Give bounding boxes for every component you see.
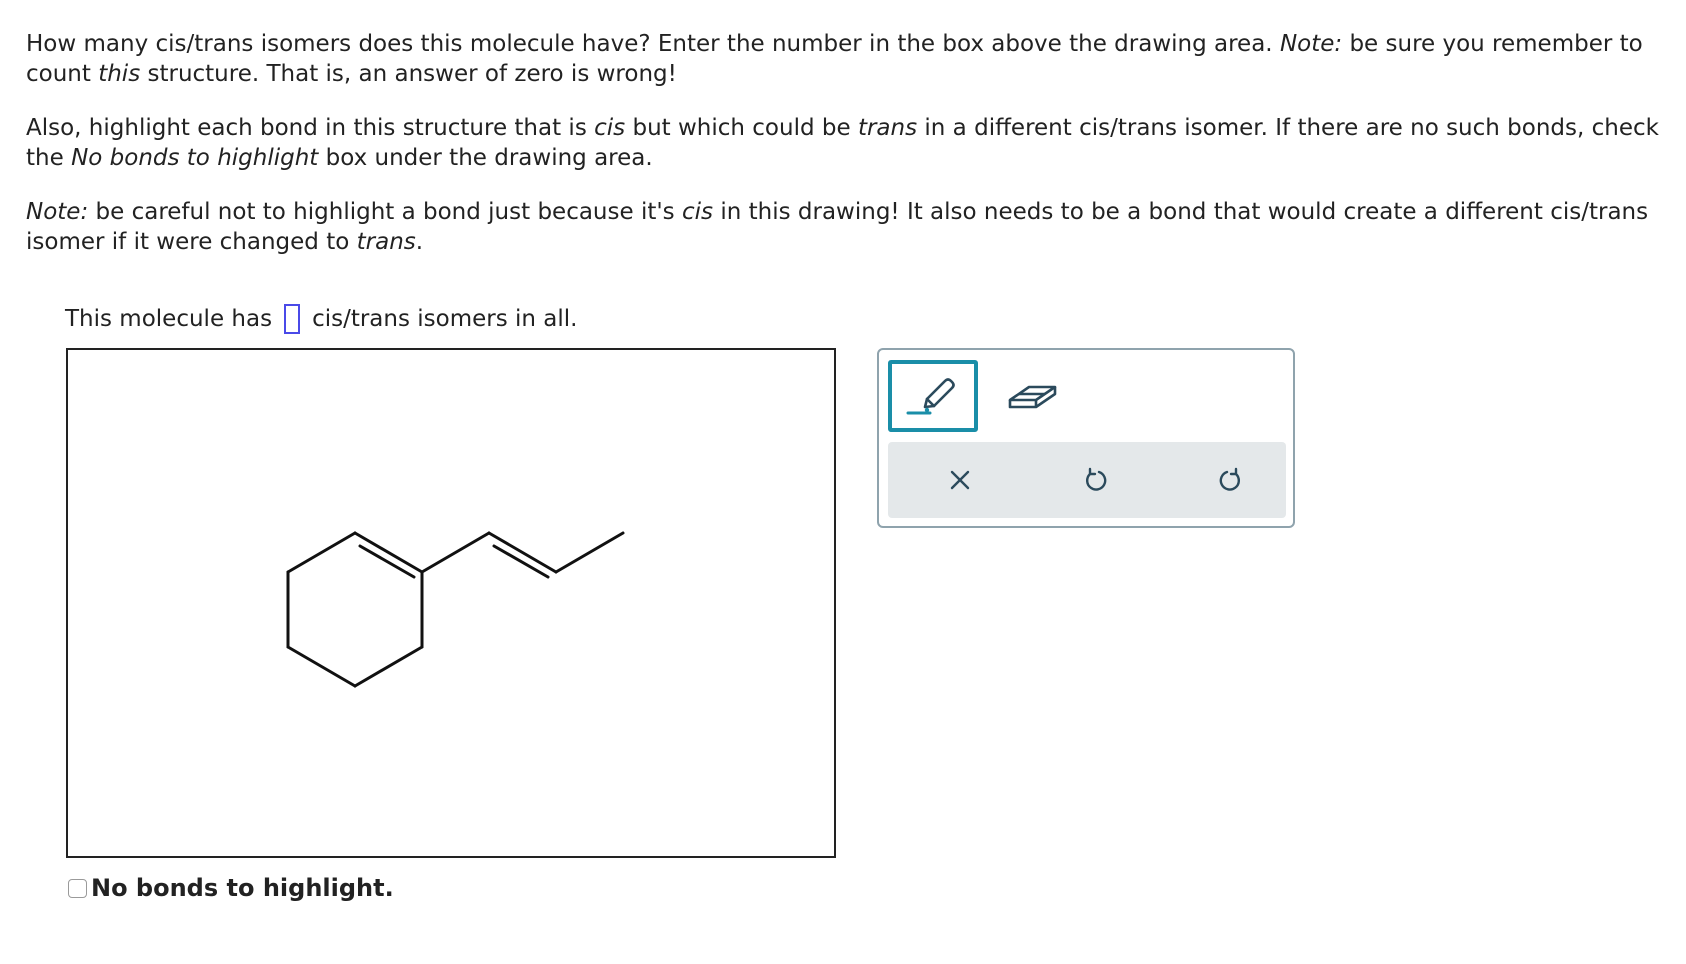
no-bonds-option[interactable]: No bonds to highlight. bbox=[68, 874, 394, 902]
highlight-tool-button[interactable] bbox=[888, 360, 978, 432]
chain-bond[interactable] bbox=[554, 531, 625, 574]
highlighter-icon bbox=[906, 378, 955, 415]
undo-button[interactable] bbox=[1077, 462, 1113, 498]
no-bonds-label: No bonds to highlight. bbox=[91, 874, 394, 902]
chain-bond[interactable] bbox=[420, 531, 491, 574]
ring-bond[interactable] bbox=[286, 645, 357, 688]
redo-button[interactable] bbox=[1213, 462, 1249, 498]
drawing-area[interactable] bbox=[66, 348, 836, 858]
ring-bond[interactable] bbox=[353, 645, 424, 688]
isomer-count-input[interactable] bbox=[284, 304, 301, 334]
ring-bond[interactable] bbox=[353, 531, 424, 574]
close-icon bbox=[950, 470, 970, 490]
question-paragraph-2: Also, highlight each bond in this struct… bbox=[26, 115, 1659, 171]
question-paragraph-1: How many cis/trans isomers does this mol… bbox=[26, 31, 1643, 87]
tool-palette bbox=[877, 348, 1295, 528]
clear-button[interactable] bbox=[942, 462, 978, 498]
answer-line: This molecule has cis/trans isomers in a… bbox=[65, 304, 577, 334]
answer-suffix: cis/trans isomers in all. bbox=[312, 306, 578, 332]
undo-icon bbox=[1085, 467, 1107, 491]
redo-icon bbox=[1219, 467, 1241, 491]
answer-prefix: This molecule has bbox=[65, 306, 273, 332]
ring-bond[interactable] bbox=[286, 531, 357, 574]
no-bonds-checkbox[interactable] bbox=[68, 878, 87, 898]
eraser-icon bbox=[1008, 385, 1057, 409]
question-paragraph-3: Note: be careful not to highlight a bond… bbox=[26, 199, 1649, 255]
action-bar bbox=[888, 442, 1286, 518]
molecule-structure bbox=[286, 531, 625, 688]
chain-double-bond[interactable] bbox=[487, 531, 558, 574]
eraser-tool-button[interactable] bbox=[1005, 372, 1059, 418]
